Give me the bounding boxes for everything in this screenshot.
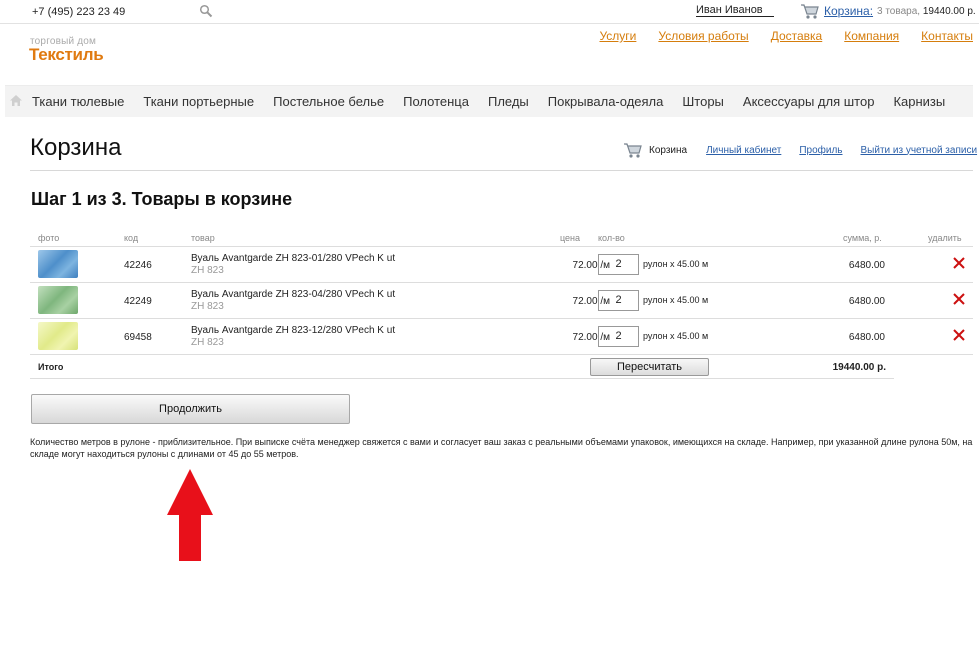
roll-length-note: Количество метров в рулоне - приблизител… [30, 437, 973, 459]
account-links: Корзина Личный кабинет Профиль Выйти из … [623, 140, 977, 160]
row-sum: 6480.00 [848, 332, 885, 343]
delete-icon[interactable] [951, 255, 967, 271]
search-icon[interactable] [199, 4, 213, 18]
quantity-unit: рулон х 45.00 м [643, 331, 709, 341]
header-code: код [124, 233, 139, 243]
cart-icon[interactable] [800, 1, 820, 21]
product-code: 42246 [124, 260, 152, 271]
toplink-delivery[interactable]: Доставка [771, 29, 823, 43]
header-price: цена [560, 233, 581, 243]
account-logout-link[interactable]: Выйти из учетной записи [861, 145, 978, 156]
header-product: товар [191, 233, 215, 243]
header-photo: фото [38, 233, 60, 243]
header-qty: кол-во [598, 233, 625, 243]
product-thumbnail[interactable] [38, 250, 78, 278]
row-sum: 6480.00 [848, 260, 885, 271]
product-info: Вуаль Avantgarde ZH 823-12/280 VPech K u… [191, 325, 395, 349]
account-profile-link[interactable]: Профиль [799, 145, 842, 156]
product-name-link[interactable]: Вуаль Avantgarde ZH 823-01/280 VPech K u… [191, 253, 395, 265]
nav-item-bedspreads[interactable]: Покрывала-одеяла [548, 94, 664, 109]
nav-item-towels[interactable]: Полотенца [403, 94, 469, 109]
product-article: ZH 823 [191, 301, 224, 312]
user-name-link[interactable]: Иван Иванов [696, 4, 774, 17]
product-code: 42249 [124, 296, 152, 307]
nav-item-cornices[interactable]: Карнизы [893, 94, 945, 109]
page-title: Корзина [30, 134, 122, 161]
cart-link[interactable]: Корзина: [824, 4, 873, 18]
main-nav: Ткани тюлевые Ткани портьерные Постельно… [5, 85, 973, 117]
top-bar: +7 (495) 223 23 49 Иван Иванов Корзина: … [0, 0, 979, 24]
toplink-company[interactable]: Компания [844, 29, 899, 43]
table-row: 42246 Вуаль Avantgarde ZH 823-01/280 VPe… [30, 247, 973, 283]
delete-icon[interactable] [951, 327, 967, 343]
phone-number: +7 (495) 223 23 49 [32, 6, 126, 18]
product-name-link[interactable]: Вуаль Avantgarde ZH 823-04/280 VPech K u… [191, 289, 395, 301]
quantity-unit: рулон х 45.00 м [643, 259, 709, 269]
continue-button[interactable]: Продолжить [31, 394, 350, 424]
row-sum: 6480.00 [848, 296, 885, 307]
cart-summary: 3 товара, 19440.00 р. [877, 6, 976, 17]
nav-item-plaids[interactable]: Пледы [488, 94, 529, 109]
header-delete: удалить [928, 233, 962, 243]
product-thumbnail[interactable] [38, 286, 78, 314]
total-row: Итого Пересчитать 19440.00 р. [30, 355, 894, 379]
quantity-input[interactable]: 2 [598, 326, 639, 347]
quantity-input[interactable]: 2 [598, 254, 639, 275]
product-info: Вуаль Avantgarde ZH 823-01/280 VPech K u… [191, 253, 395, 277]
divider [30, 170, 973, 171]
table-row: 69458 Вуаль Avantgarde ZH 823-12/280 VPe… [30, 319, 973, 355]
account-cabinet-link[interactable]: Личный кабинет [706, 145, 781, 156]
account-cart-label: Корзина [649, 144, 688, 156]
toplink-contacts[interactable]: Контакты [921, 29, 973, 43]
cart-count: 3 товара, [877, 6, 921, 17]
quantity-unit: рулон х 45.00 м [643, 295, 709, 305]
product-name-link[interactable]: Вуаль Avantgarde ZH 823-12/280 VPech K u… [191, 325, 395, 337]
logo-name: Текстиль [29, 45, 104, 64]
product-thumbnail[interactable] [38, 322, 78, 350]
nav-item-curtains[interactable]: Шторы [682, 94, 724, 109]
delete-icon[interactable] [951, 291, 967, 307]
top-links: Услуги Условия работы Доставка Компания … [577, 29, 973, 43]
cart-icon[interactable] [623, 140, 643, 160]
cart-total: 19440.00 р. [922, 6, 976, 17]
nav-item-tulle[interactable]: Ткани тюлевые [32, 94, 124, 109]
product-code: 69458 [124, 332, 152, 343]
nav-item-curtain-fabrics[interactable]: Ткани портьерные [143, 94, 254, 109]
nav-item-accessories[interactable]: Аксессуары для штор [743, 94, 875, 109]
product-info: Вуаль Avantgarde ZH 823-04/280 VPech K u… [191, 289, 395, 313]
nav-item-bedding[interactable]: Постельное белье [273, 94, 384, 109]
header-sum: сумма, р. [843, 233, 882, 243]
quantity-input[interactable]: 2 [598, 290, 639, 311]
product-article: ZH 823 [191, 265, 224, 276]
home-icon[interactable] [9, 94, 23, 107]
table-row: 42249 Вуаль Avantgarde ZH 823-04/280 VPe… [30, 283, 973, 319]
toplink-services[interactable]: Услуги [599, 29, 636, 43]
step-title: Шаг 1 из 3. Товары в корзине [31, 189, 293, 209]
cart-table: фото код товар цена кол-во сумма, р. уда… [30, 229, 973, 379]
recalculate-button[interactable]: Пересчитать [590, 358, 709, 376]
total-value: 19440.00 р. [832, 362, 886, 373]
total-label: Итого [38, 362, 64, 372]
product-article: ZH 823 [191, 337, 224, 348]
toplink-terms[interactable]: Условия работы [658, 29, 748, 43]
table-header: фото код товар цена кол-во сумма, р. уда… [30, 229, 973, 247]
up-arrow-annotation [167, 469, 213, 561]
